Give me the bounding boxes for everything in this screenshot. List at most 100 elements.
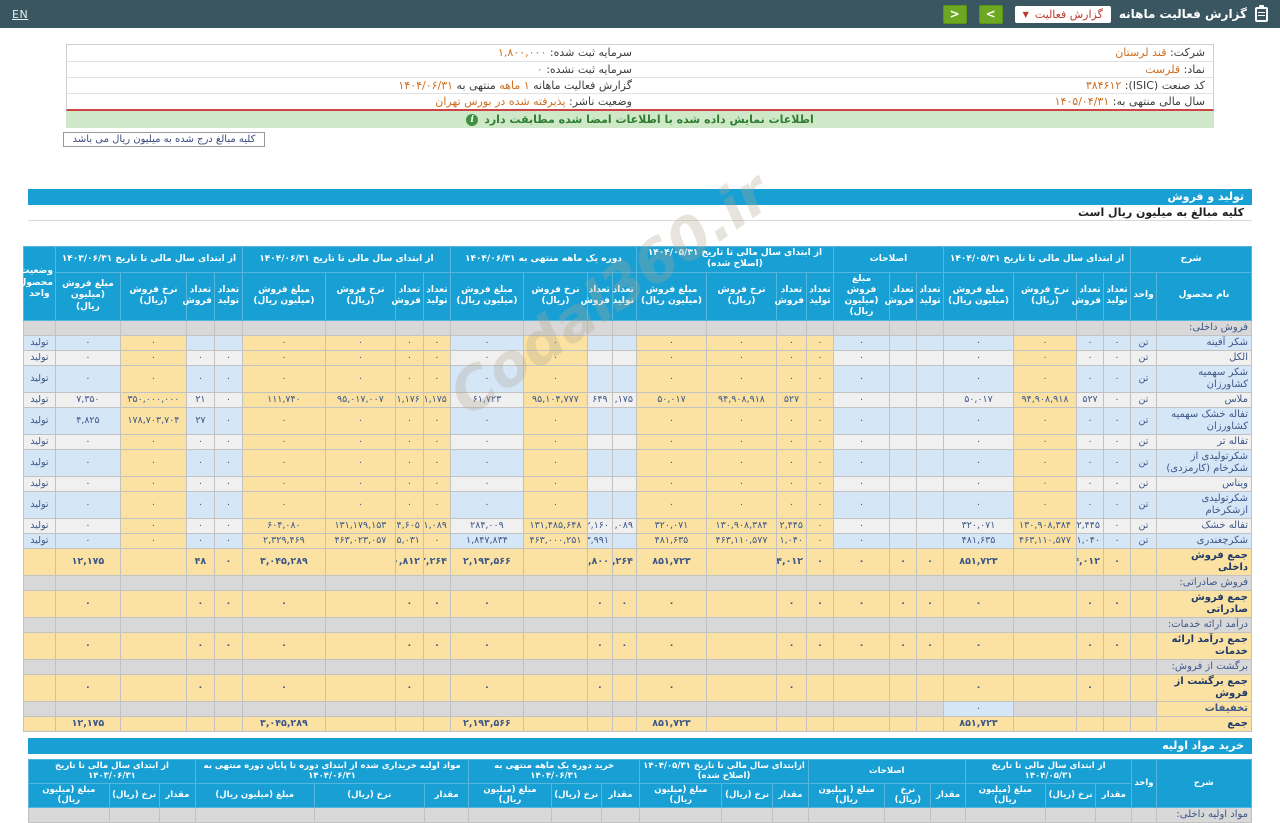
value-cell — [325, 674, 395, 701]
value-cell: ۰ — [55, 491, 120, 518]
value-cell — [395, 575, 423, 590]
value-cell — [214, 335, 242, 350]
value-cell: ۰ — [833, 491, 889, 518]
value-cell — [890, 449, 917, 476]
value-cell — [395, 617, 423, 632]
value-cell — [1104, 575, 1131, 590]
value-cell: ۸۵۱,۷۲۳ — [944, 716, 1014, 731]
value-cell: ۱۳۰,۹۰۸,۳۸۴ — [1014, 518, 1077, 533]
column-header: مبلغ ( میلیون ریال) — [808, 783, 884, 807]
value-cell — [1104, 320, 1131, 335]
group-header: شرح — [1131, 247, 1252, 273]
value-cell — [917, 320, 944, 335]
value-cell — [325, 575, 395, 590]
column-header: مبلغ فروش (میلیون ریال) — [242, 272, 325, 320]
value-cell: ۰ — [1104, 407, 1131, 434]
value-cell — [917, 434, 944, 449]
column-header: مبلغ (میلیون ریال) — [29, 783, 110, 807]
table-row: شکر سهمیه کشاورزانتن۰۰۰۰۰۰۰۰۰۰۰۰۰۰۰۰۰۰۰ت… — [23, 365, 1251, 392]
product-name-cell: ویناس — [1157, 476, 1252, 491]
value-cell: ۰ — [1077, 491, 1104, 518]
value-cell — [55, 701, 120, 716]
unit-cell: تن — [1131, 518, 1157, 533]
value-cell: ۶۱,۷۲۳ — [450, 392, 523, 407]
unit-cell: تن — [1131, 434, 1157, 449]
value-cell — [965, 808, 1045, 823]
status-cell — [23, 701, 55, 716]
value-cell — [706, 659, 776, 674]
value-cell: ۱,۰۴۰ — [1077, 533, 1104, 548]
value-cell: ۰ — [423, 335, 450, 350]
value-cell: ۰ — [806, 365, 833, 392]
column-header: نرخ (ریال) — [109, 783, 159, 807]
column-header: تعداد فروش — [1077, 272, 1104, 320]
column-header: مقدار — [159, 783, 195, 807]
product-name-cell: برگشت از فروش: — [1157, 659, 1252, 674]
top-bar: گزارش فعالیت ماهانه گزارش فعالیت ▼ > < E… — [0, 0, 1280, 28]
value-cell: ۰ — [944, 476, 1014, 491]
value-cell: ۰ — [1104, 590, 1131, 617]
value-cell — [612, 716, 636, 731]
report-type-dropdown[interactable]: گزارش فعالیت ▼ — [1015, 6, 1111, 23]
info-icon: i — [466, 114, 478, 126]
page-title: گزارش فعالیت ماهانه — [1119, 7, 1247, 21]
value-cell — [1014, 716, 1077, 731]
status-cell: تولید — [23, 335, 55, 350]
unit-cell: تن — [1131, 449, 1157, 476]
value-cell: ۰ — [395, 365, 423, 392]
value-cell: ۴,۰۱۲ — [776, 548, 806, 575]
value-cell: ۰ — [833, 548, 889, 575]
status-cell — [23, 617, 55, 632]
language-switch-link[interactable]: EN — [12, 8, 28, 21]
value-cell: ۴,۶۰۵ — [395, 518, 423, 533]
value-cell — [120, 575, 186, 590]
value-cell: ۰ — [1077, 407, 1104, 434]
value-cell: ۴۶۳,۱۱۰,۵۷۷ — [706, 533, 776, 548]
value-cell: ۲,۴۴۵ — [776, 518, 806, 533]
value-cell — [214, 575, 242, 590]
value-cell — [944, 659, 1014, 674]
value-cell: ۰ — [120, 533, 186, 548]
value-cell: ۰ — [242, 476, 325, 491]
value-cell: ۱۳۰,۹۰۸,۳۸۴ — [706, 518, 776, 533]
value-cell — [917, 392, 944, 407]
value-cell — [523, 632, 587, 659]
value-cell — [214, 674, 242, 701]
value-cell — [523, 575, 587, 590]
value-cell: ۰ — [1014, 491, 1077, 518]
value-cell — [917, 449, 944, 476]
table-row: جمع۸۵۱,۷۲۳۸۵۱,۷۲۳۲,۱۹۳,۵۶۶۳,۰۴۵,۲۸۹۱۲,۱۷… — [23, 716, 1251, 731]
value-cell: ۱,۱۷۶ — [395, 392, 423, 407]
value-cell — [186, 716, 214, 731]
value-cell: ۰ — [55, 674, 120, 701]
value-cell: ۰ — [944, 365, 1014, 392]
value-cell — [1104, 701, 1131, 716]
value-cell — [917, 518, 944, 533]
unit-cell — [1131, 320, 1157, 335]
next-report-button[interactable]: > — [979, 5, 1003, 24]
value-cell: ۰ — [1077, 449, 1104, 476]
value-cell: ۰ — [833, 392, 889, 407]
prev-report-button[interactable]: < — [943, 5, 967, 24]
value-cell: ۰ — [423, 434, 450, 449]
value-cell: ۳,۹۹۱ — [587, 533, 612, 548]
value-cell — [890, 350, 917, 365]
value-cell — [776, 320, 806, 335]
value-cell: ۳۲۰,۰۷۱ — [636, 518, 706, 533]
value-cell — [242, 575, 325, 590]
value-cell — [186, 617, 214, 632]
table-row: فروش داخلی: — [23, 320, 1251, 335]
info-cell: شرکت: قند لرستان — [640, 45, 1213, 61]
value-cell — [214, 320, 242, 335]
value-cell: ۰ — [186, 476, 214, 491]
value-cell — [612, 659, 636, 674]
value-cell — [587, 449, 612, 476]
value-cell: ۱۳۱,۴۸۵,۶۴۸ — [523, 518, 587, 533]
value-cell: ۰ — [395, 407, 423, 434]
table-row: الکلتن۰۰۰۰۰۰۰۰۰۰۰۰۰۰۰۰۰۰۰تولید — [23, 350, 1251, 365]
value-cell: ۰ — [523, 449, 587, 476]
value-cell: ۰ — [242, 335, 325, 350]
value-cell: ۰ — [944, 590, 1014, 617]
value-cell: ۰ — [423, 476, 450, 491]
value-cell: ۴۶۳,۰۰۰,۲۵۱ — [523, 533, 587, 548]
